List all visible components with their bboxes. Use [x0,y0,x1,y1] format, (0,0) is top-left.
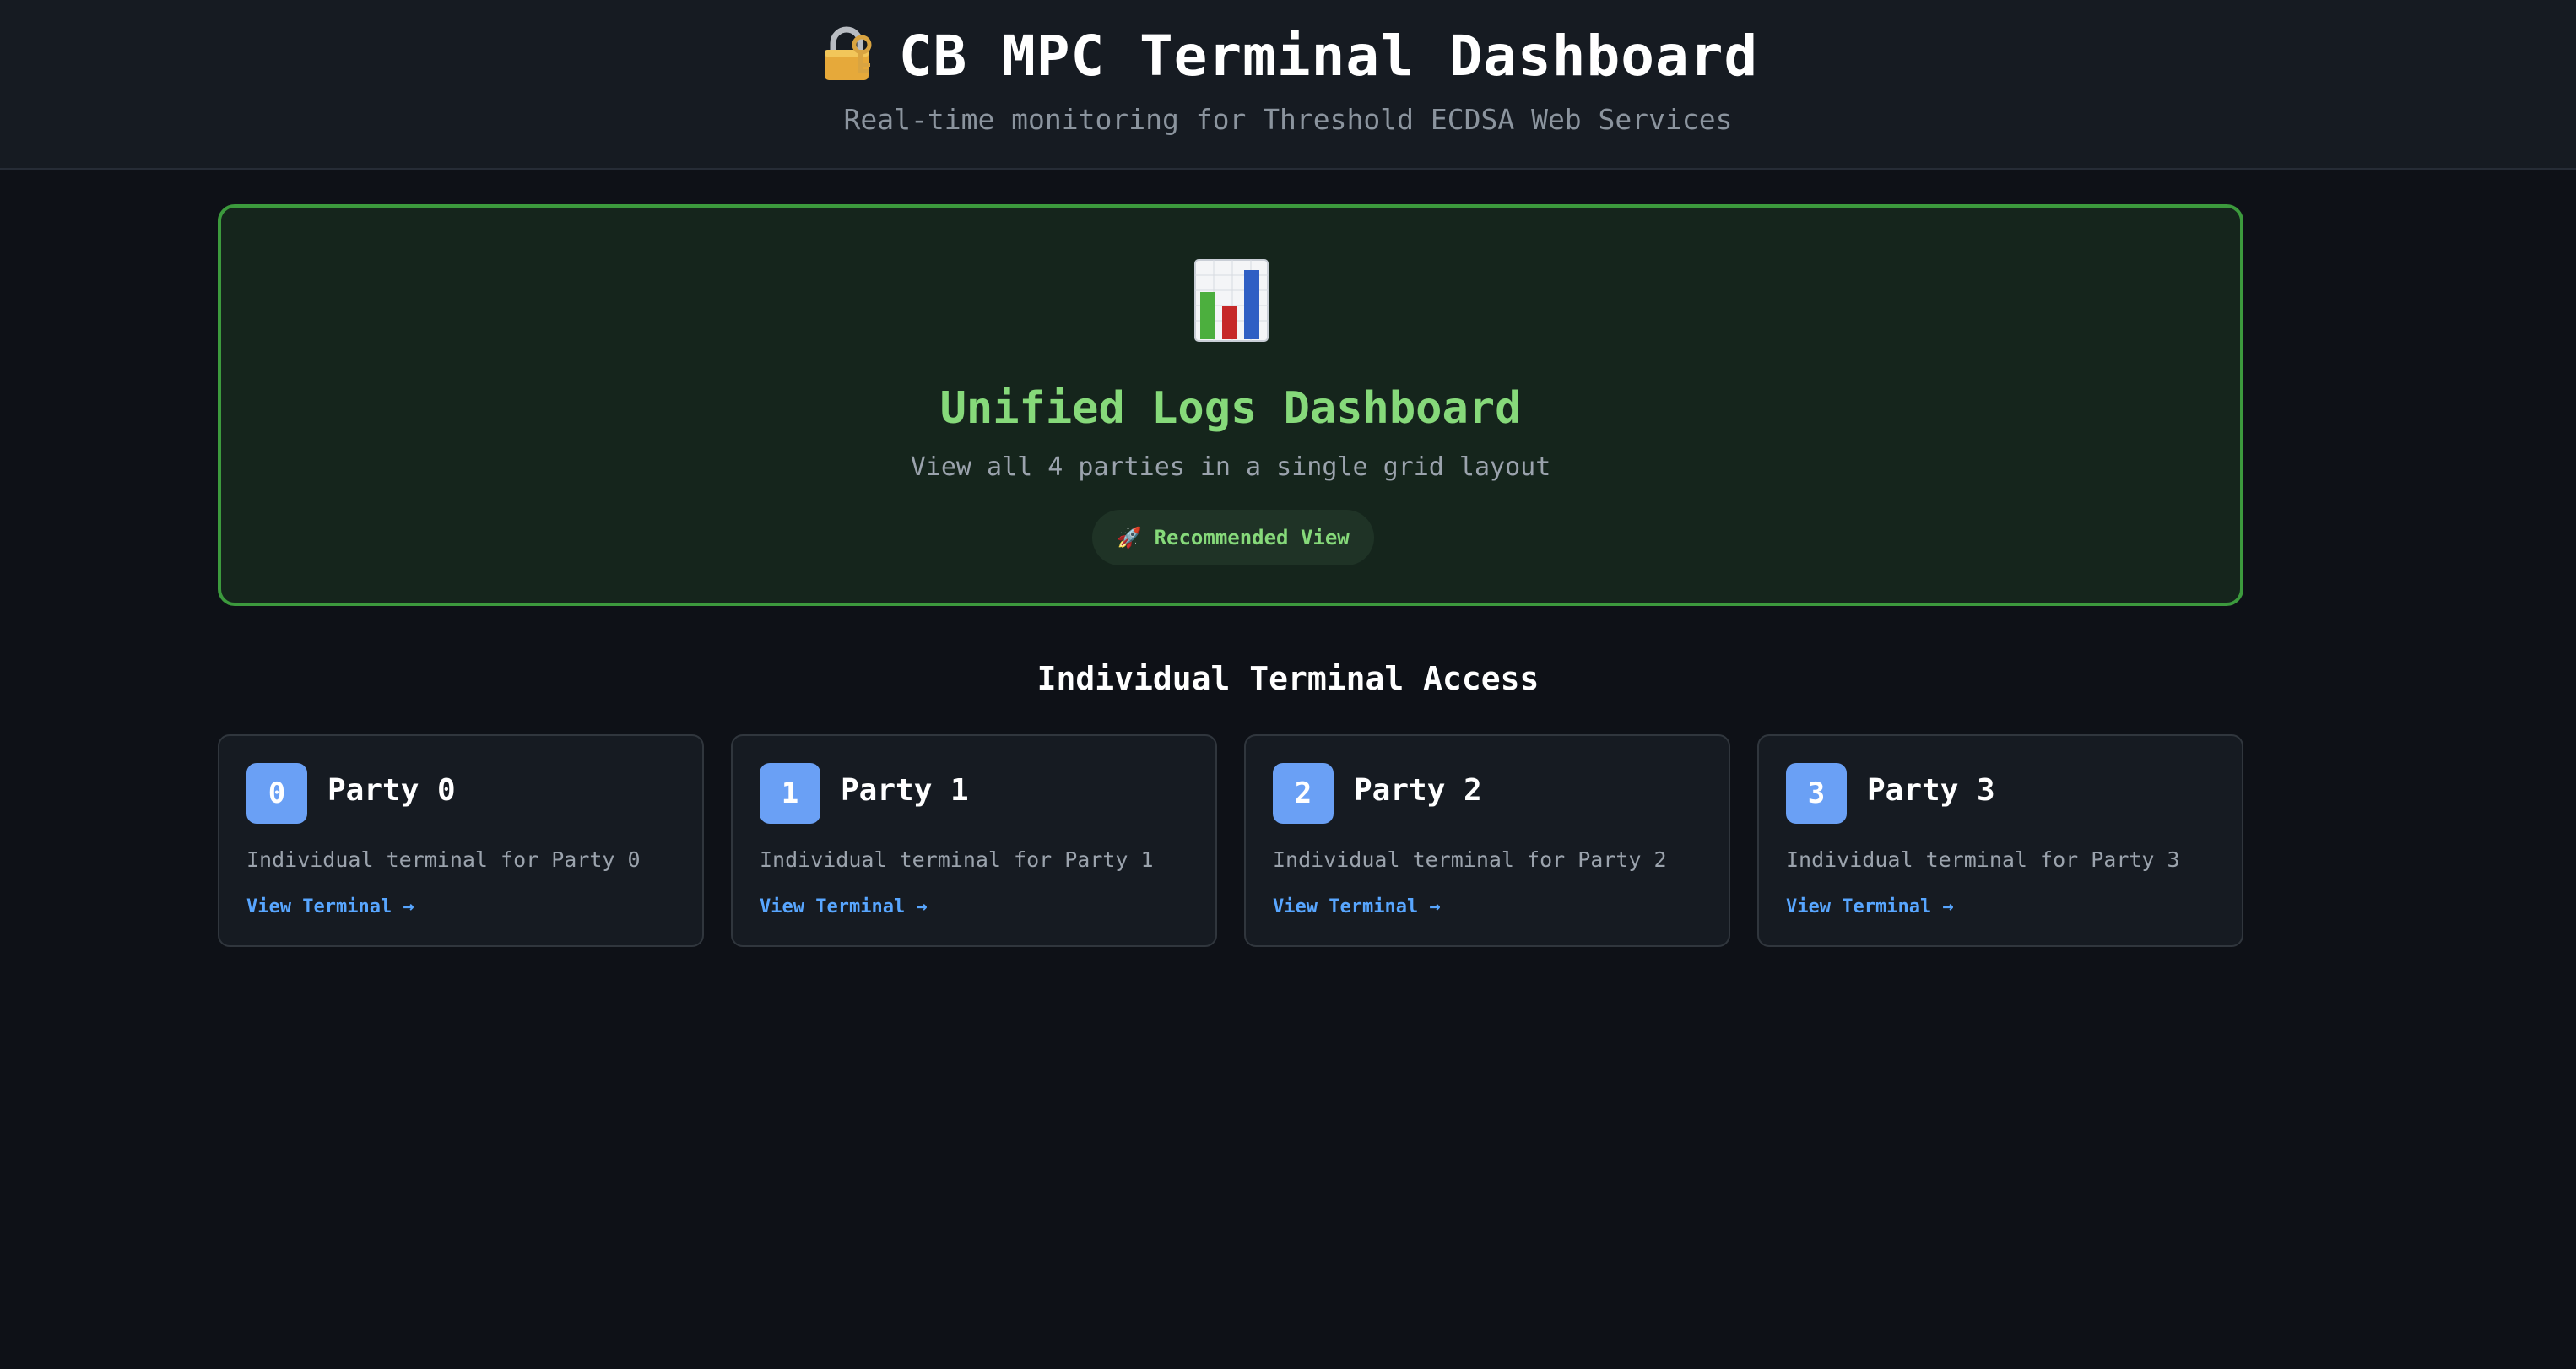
party-card-0[interactable]: 0 Party 0 Individual terminal for Party … [218,734,704,947]
view-terminal-link[interactable]: View Terminal → [760,896,928,917]
party-title: Party 2 [1354,773,1482,808]
party-number-badge: 2 [1273,763,1334,824]
lock-with-key-icon [824,26,872,80]
party-number-badge: 0 [246,763,307,824]
page-subtitle: Real-time monitoring for Threshold ECDSA… [843,103,1733,136]
view-terminal-link[interactable]: View Terminal → [246,896,414,917]
party-number-badge: 1 [760,763,820,824]
page-header: CB MPC Terminal Dashboard Real-time moni… [0,0,2576,170]
page-title: CB MPC Terminal Dashboard [898,24,1759,89]
page-title-row: CB MPC Terminal Dashboard [0,24,2576,89]
recommended-view-badge: 🚀 Recommended View [1092,510,1374,565]
party-description: Individual terminal for Party 1 [760,847,1154,872]
party-title: Party 0 [327,773,456,808]
hero-title: Unified Logs Dashboard [939,383,1522,434]
party-card-3[interactable]: 3 Party 3 Individual terminal for Party … [1757,734,2243,947]
party-title: Party 1 [841,773,969,808]
view-terminal-link[interactable]: View Terminal → [1786,896,1954,917]
hero-description: View all 4 parties in a single grid layo… [910,452,1551,482]
section-title: Individual Terminal Access [1036,660,1540,697]
party-description: Individual terminal for Party 2 [1273,847,1667,872]
party-title: Party 3 [1867,773,1995,808]
party-card-2[interactable]: 2 Party 2 Individual terminal for Party … [1244,734,1730,947]
bar-chart-icon [1194,259,1269,342]
unified-logs-dashboard-card[interactable]: Unified Logs Dashboard View all 4 partie… [218,204,2243,606]
party-card-1[interactable]: 1 Party 1 Individual terminal for Party … [731,734,1217,947]
party-description: Individual terminal for Party 3 [1786,847,2180,872]
party-description: Individual terminal for Party 0 [246,847,641,872]
party-number-badge: 3 [1786,763,1847,824]
view-terminal-link[interactable]: View Terminal → [1273,896,1441,917]
